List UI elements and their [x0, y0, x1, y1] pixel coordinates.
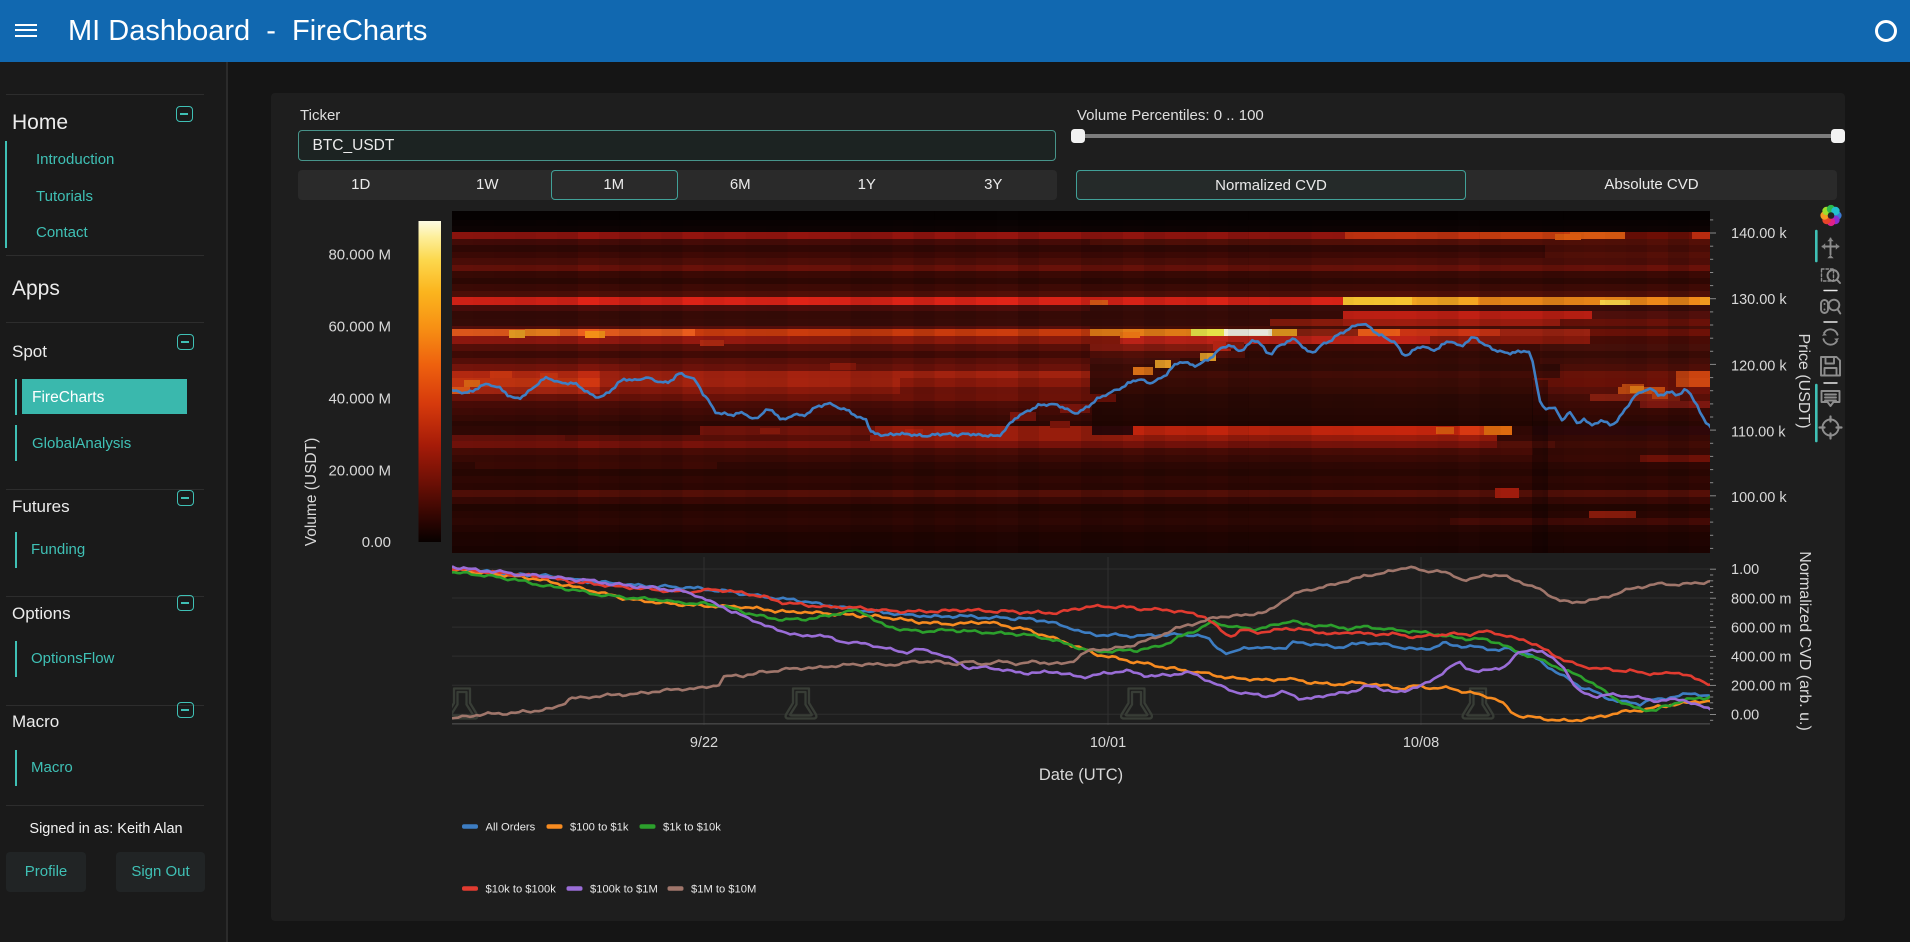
svg-text:600.00 m: 600.00 m: [1731, 620, 1791, 636]
svg-text:All Orders: All Orders: [486, 822, 536, 834]
svg-text:60.000 M: 60.000 M: [328, 319, 391, 336]
svg-text:400.00 m: 400.00 m: [1731, 649, 1791, 665]
svg-text:100.00 k: 100.00 k: [1731, 490, 1787, 506]
svg-text:110.00 k: 110.00 k: [1731, 425, 1786, 441]
svg-text:10/01: 10/01: [1090, 735, 1126, 751]
svg-text:200.00 m: 200.00 m: [1731, 678, 1791, 694]
svg-text:800.00 m: 800.00 m: [1731, 591, 1791, 607]
svg-text:1.00: 1.00: [1731, 562, 1759, 578]
svg-text:Normalized CVD (arb. u.): Normalized CVD (arb. u.): [1796, 551, 1813, 731]
svg-text:80.000 M: 80.000 M: [328, 247, 391, 264]
svg-text:10/08: 10/08: [1403, 735, 1439, 751]
svg-text:9/22: 9/22: [690, 735, 718, 751]
svg-text:$1M to $10M: $1M to $10M: [691, 884, 756, 896]
svg-text:$1k to $10k: $1k to $10k: [663, 822, 721, 834]
svg-text:40.000 M: 40.000 M: [328, 390, 391, 407]
svg-text:20.000 M: 20.000 M: [328, 462, 391, 479]
svg-text:120.00 k: 120.00 k: [1731, 359, 1787, 375]
svg-text:Price (USDT): Price (USDT): [1795, 333, 1812, 428]
svg-text:Volume (USDT): Volume (USDT): [303, 438, 320, 547]
svg-text:Date (UTC): Date (UTC): [1039, 766, 1123, 784]
svg-text:130.00 k: 130.00 k: [1731, 292, 1787, 308]
svg-text:$100 to $1k: $100 to $1k: [570, 822, 629, 834]
svg-text:0.00: 0.00: [1731, 707, 1759, 723]
svg-text:140.00 k: 140.00 k: [1731, 226, 1787, 242]
svg-text:0.00: 0.00: [362, 534, 391, 551]
svg-text:$10k to $100k: $10k to $100k: [486, 884, 557, 896]
svg-text:$100k to $1M: $100k to $1M: [590, 884, 658, 896]
